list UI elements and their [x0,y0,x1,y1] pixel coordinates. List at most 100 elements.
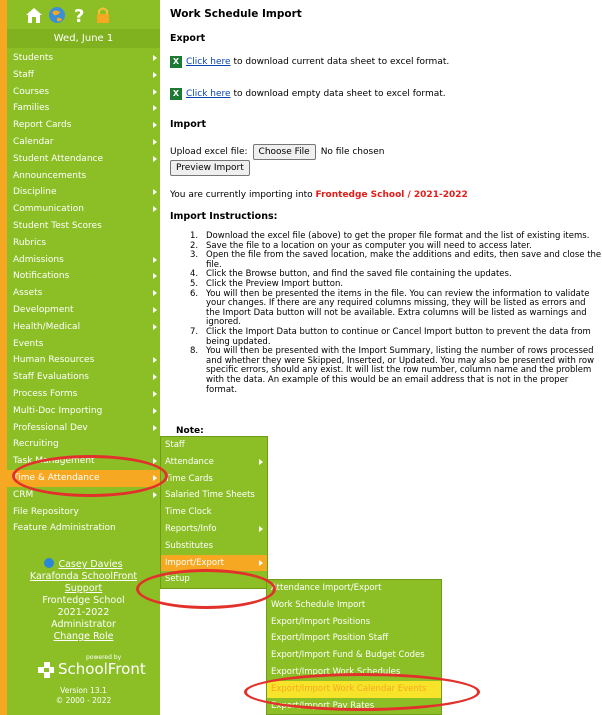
version-info: Version 13.1 © 2000 - 2022 [7,686,160,706]
flyout-item[interactable]: Salaried Time Sheets [161,487,267,504]
import-heading: Import [170,119,206,130]
sidebar-item[interactable]: Communication [7,201,160,218]
sidebar-item-label: Families [13,103,50,114]
home-icon[interactable] [24,6,43,25]
sidebar-item[interactable]: File Repository [7,504,160,521]
sidebar-item[interactable]: CRM [7,487,160,504]
sidebar-item[interactable]: Health/Medical [7,319,160,336]
sidebar-item[interactable]: Recruiting [7,436,160,453]
sidebar-item[interactable]: Professional Dev [7,420,160,437]
excel-icon: X [170,56,182,68]
flyout-item-label: Time Cards [165,473,213,484]
change-role-link[interactable]: Change Role [7,631,160,643]
chevron-right-icon [153,138,157,145]
chevron-right-icon [259,525,263,532]
sidebar-item[interactable]: Students [7,50,160,67]
sidebar-item[interactable]: Rubrics [7,235,160,252]
chevron-right-icon [153,290,157,297]
sidebar-item[interactable]: Student Test Scores [7,218,160,235]
flyout-item[interactable]: Staff [161,437,267,454]
sidebar-item[interactable]: Student Attendance [7,151,160,168]
sidebar-item[interactable]: Task Management [7,453,160,470]
chevron-right-icon [153,407,157,414]
sidebar-item[interactable]: Announcements [7,168,160,185]
sidebar-item[interactable]: Staff Evaluations [7,369,160,386]
preview-import-button[interactable]: Preview Import [170,160,250,176]
svg-text:?: ? [74,6,84,24]
sidebar-item[interactable]: Process Forms [7,386,160,403]
help-icon[interactable]: ? [70,6,89,25]
globe-icon[interactable] [47,6,66,25]
sidebar-item[interactable]: Multi-Doc Importing [7,403,160,420]
flyout-item[interactable]: Attendance [161,454,267,471]
page-title: Work Schedule Import [170,8,302,20]
sidebar-item[interactable]: Courses [7,84,160,101]
flyout-item[interactable]: Attendance Import/Export [267,580,441,597]
sidebar-item[interactable]: Development [7,302,160,319]
chevron-right-icon [153,474,157,481]
chevron-right-icon [153,458,157,465]
sidebar-item[interactable]: Families [7,100,160,117]
sidebar-item[interactable]: Calendar [7,134,160,151]
instruction-step: 6. You will then be presented the items i… [190,288,602,328]
current-date: Wed, June 1 [7,29,160,48]
flyout-item-label: Reports/Info [165,523,217,534]
sidebar-item[interactable]: Staff [7,67,160,84]
lock-icon[interactable] [93,6,112,25]
flyout-item[interactable]: Work Schedule Import [267,597,441,614]
no-file-text: No file chosen [320,147,385,157]
sidebar-item-label: Development [13,304,74,315]
instruction-step: 3. Open the file from the saved location,… [190,250,602,270]
download-current-link[interactable]: Click here [186,57,231,67]
flyout-item[interactable]: Substitutes [161,538,267,555]
step-text: Click the Browse button, and find the sa… [206,269,512,280]
flyout-item[interactable]: Export/Import Work Calendar Events [267,680,441,698]
sidebar-item-label: Courses [13,86,50,97]
step-text: Open the file from the saved location, m… [206,250,602,270]
flyout-item[interactable]: Export/Import Pay Rates [267,698,441,715]
flyout-item-label: Export/Import Positions [271,616,371,627]
flyout-item-label: Substitutes [165,540,214,551]
sidebar-item-label: Staff [13,69,34,80]
sidebar-item[interactable]: Events [7,336,160,353]
chevron-right-icon [153,357,157,364]
sidebar-item[interactable]: Time & Attendance [7,469,160,487]
sidebar-item[interactable]: Report Cards [7,117,160,134]
time-attendance-flyout: Staff Attendance Time Cards Salaried Time S… [160,436,268,590]
flyout-item[interactable]: Import/Export [161,554,267,572]
support-link[interactable]: Karafonda SchoolFront Support [7,571,160,595]
chevron-right-icon [153,491,157,498]
sidebar-item[interactable]: Notifications [7,268,160,285]
flyout-item[interactable]: Reports/Info [161,521,267,538]
choose-file-button[interactable]: Choose File [252,144,316,160]
user-name-link[interactable]: Casey Davies [58,559,122,570]
sidebar-item[interactable]: Discipline [7,184,160,201]
school-year: 2021-2022 [57,607,110,618]
flyout-item[interactable]: Export/Import Work Schedules [267,664,441,681]
flyout-item[interactable]: Export/Import Positions [267,614,441,631]
download-empty-text: to download empty data sheet to excel fo… [230,89,446,99]
sidebar-item-label: Admissions [13,254,64,265]
flyout-item[interactable]: Setup [161,571,267,588]
flyout-item-label: Export/Import Work Calendar Events [271,683,427,694]
download-empty-link[interactable]: Click here [186,89,231,99]
sidebar-item[interactable]: Human Resources [7,352,160,369]
sidebar-item-label: Assets [13,288,43,299]
flyout-item[interactable]: Time Clock [161,504,267,521]
step-number: 3. [190,250,199,261]
flyout-item[interactable]: Export/Import Fund & Budget Codes [267,647,441,664]
step-text: You will then be presented the items in … [206,288,590,328]
chevron-right-icon [153,256,157,263]
flyout-item[interactable]: Export/Import Position Staff [267,630,441,647]
sidebar-item[interactable]: Assets [7,285,160,302]
sidebar-item[interactable]: Admissions [7,252,160,269]
importing-prefix: You are currently importing into [170,190,316,200]
flyout-item-label: Staff [165,440,185,450]
importing-info: You are currently importing into Fronted… [170,190,468,200]
sidebar-item[interactable]: Feature Administration [7,520,160,537]
flyout-item[interactable]: Time Cards [161,471,267,488]
chevron-right-icon [153,105,157,112]
instruction-step: 8. You will then be presented with the Im… [190,346,602,395]
step-text: Download the excel file (above) to get t… [206,231,590,241]
export-heading: Export [170,33,206,44]
